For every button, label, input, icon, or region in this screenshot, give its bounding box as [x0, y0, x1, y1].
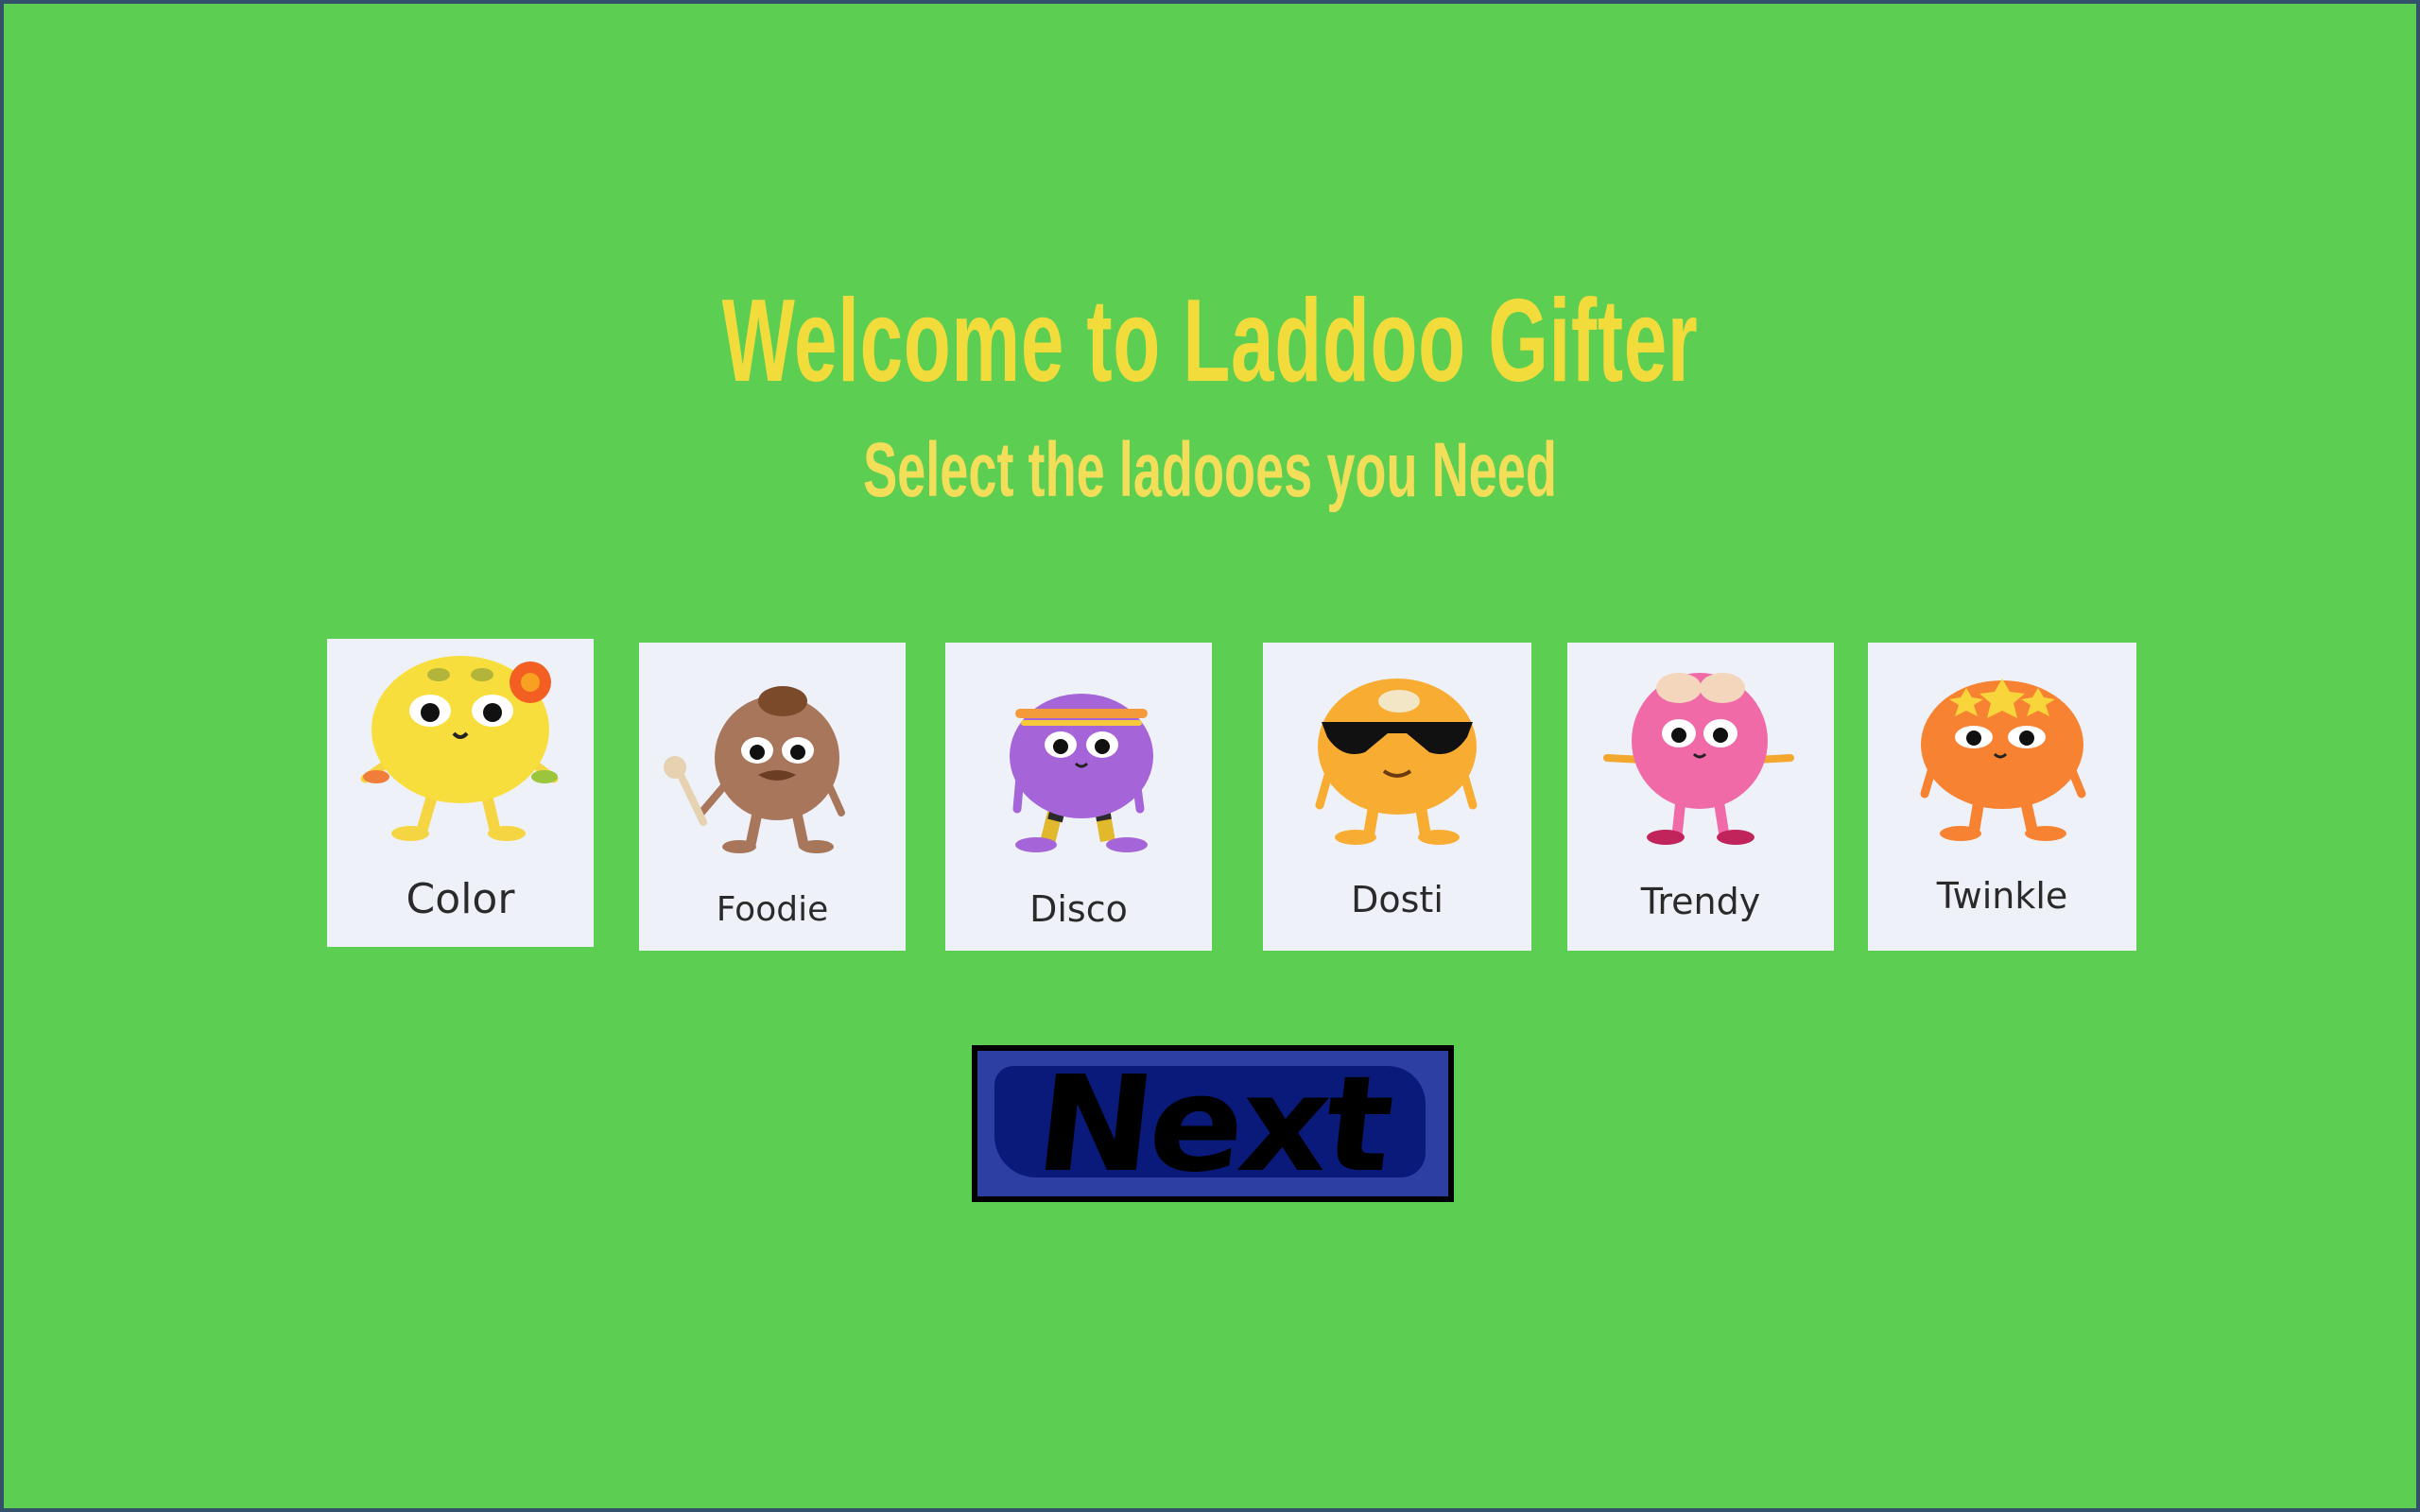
ladoo-card-dosti[interactable]: Dosti: [1263, 643, 1531, 951]
ladoo-label-foodie: Foodie: [716, 890, 829, 929]
ladoo-card-twinkle[interactable]: Twinkle: [1868, 643, 2136, 951]
next-button[interactable]: Next: [972, 1045, 1454, 1202]
ladoo-label-color: Color: [406, 875, 515, 923]
ladoo-label-trendy: Trendy: [1640, 881, 1761, 922]
page-title: Welcome to Laddoo Gifter: [721, 276, 1699, 406]
ladoo-label-dosti: Dosti: [1351, 879, 1443, 920]
ladoo-card-trendy[interactable]: Trendy: [1567, 643, 1834, 951]
next-button-face: Next: [977, 1051, 1448, 1196]
page-subtitle: Select the ladooes you Need: [863, 427, 1557, 513]
ladoo-card-disco[interactable]: Disco: [945, 643, 1212, 951]
ladoo-label-disco: Disco: [1029, 888, 1128, 930]
ladoo-label-twinkle: Twinkle: [1936, 875, 2068, 917]
ladoo-card-foodie[interactable]: Foodie: [639, 643, 906, 951]
ladoo-card-color[interactable]: Color: [327, 639, 594, 947]
next-button-label: Next: [1028, 1051, 1397, 1196]
